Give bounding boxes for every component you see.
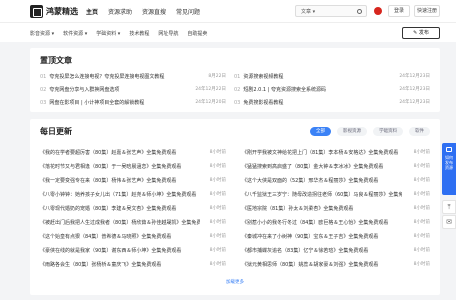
back-to-top-button[interactable]: ⤒ — [442, 200, 456, 214]
list-item-time: 8小时前 — [413, 192, 430, 197]
pinned-date: 24年12月22日 — [195, 87, 226, 92]
pinned-item[interactable]: 03 免费搜影视看教程 — [234, 99, 283, 106]
list-item[interactable]: 《这个始皇有点狠（84集）普希德＆马晓照》全集免费观看 — [40, 233, 200, 240]
search-type-select[interactable]: 文章 ▾ — [301, 8, 315, 15]
language-flag-icon[interactable] — [374, 7, 382, 15]
logo-icon — [30, 5, 43, 18]
list-item[interactable]: 《狱元黄相思师（80集）姚蕊＆胡家豪＆刘强》全集免费观看 — [242, 261, 402, 268]
list-item[interactable]: 《我一定要变强专在来（80集）杨伟＆张艺声》全集免费观看 — [40, 177, 200, 184]
pinned-item[interactable]: 01 夸克投屏怎么连接电视？夸克投屏连接电视图文教程 — [40, 73, 164, 80]
list-item[interactable]: 《八零小钟钟：她养孩子女儿出（71集）赵尧＆师小坤》全集免费观看 — [40, 191, 200, 198]
list-item-time: 8小时前 — [209, 164, 226, 169]
tab-all[interactable]: 全部 — [310, 127, 331, 136]
list-item-time: 8小时前 — [209, 234, 226, 239]
list-item-time: 8小时前 — [209, 206, 226, 211]
list-item-time: 8小时前 — [413, 220, 430, 225]
list-item[interactable]: 《别惹小小的我冬行冬过（84集）欧巨格＆王心怡》全集免费观看 — [242, 219, 402, 226]
nav-request[interactable]: 资源求助 — [108, 7, 132, 16]
publish-button[interactable]: ✎ 发布 — [402, 27, 440, 39]
list-item[interactable]: 《都市捕蝶灰追名（83集）亿宁＆徐若瑄》全集免费观看 — [242, 247, 402, 254]
pinned-date: 24年12月23日 — [399, 87, 430, 92]
list-item-time: 8小时前 — [209, 220, 226, 225]
pinned-date: 24年12月23日 — [399, 74, 430, 79]
list-item[interactable]: 《八千监狱王三岁宁：随母改造拐往老师（60集）马良＆程丽莎》全集免费观看 — [242, 191, 402, 198]
list-item[interactable]: 《猛猛搜索到高启盛了（80集）金大钟＆李冰冰》全集免费观看 — [242, 163, 402, 170]
document-icon — [446, 147, 452, 152]
list-item-time: 8小时前 — [209, 192, 226, 197]
publish-guide-float[interactable]: 如何发布资源 — [442, 143, 456, 195]
search-icon[interactable] — [357, 9, 362, 14]
list-item[interactable]: 《医地宗院（81集）孙太＆刘柔杏》全集免费观看 — [242, 205, 402, 212]
logo-text: 鸿蒙精选 — [46, 7, 78, 16]
list-item-time: 8小时前 — [209, 150, 226, 155]
list-item-time: 8小时前 — [413, 164, 430, 169]
category-software[interactable]: 软件资源 ▾ — [63, 30, 87, 37]
list-item[interactable]: 《落花时节又与君相逢（80集）于一吴晗晨涵恋》全集免费观看 — [40, 163, 200, 170]
category-links[interactable]: 网址导航 — [158, 30, 178, 37]
list-item-time: 8小时前 — [209, 248, 226, 253]
register-button[interactable]: 快速注册 — [414, 5, 440, 17]
load-more-link[interactable]: 加载更多 — [30, 279, 440, 285]
nav-home[interactable]: 主页 — [86, 7, 98, 16]
list-item[interactable]: 《刚开学我被文神给花把上门（81集）李本杨＆安格达》全集免费观看 — [242, 149, 402, 156]
nav-faq[interactable]: 常见问题 — [176, 7, 200, 16]
tab-study[interactable]: 学础资料 — [373, 127, 403, 136]
mail-icon: ✉ — [446, 218, 452, 226]
pinned-articles: 置顶文章 01 夸克投屏怎么连接电视？夸克投屏连接电视图文教程 8月22日 02 夸… — [30, 48, 440, 112]
category-tutorials[interactable]: 技术教程 — [129, 30, 149, 37]
category-study[interactable]: 学础资料 ▾ — [96, 30, 120, 37]
list-item-time: 8小时前 — [413, 234, 430, 239]
daily-updates: 每日更新 全部 影视资源 学础资料 软件 《我的在学者要超厉害（80集）赵嘉＆张… — [30, 119, 440, 295]
list-item[interactable]: 《八零现代婚奶的宠婚（80集）李建＆吴文杏》全集免费观看 — [40, 205, 200, 212]
category-media[interactable]: 影音资源 ▾ — [30, 30, 54, 37]
login-button[interactable]: 登录 — [388, 5, 410, 17]
pinned-item[interactable]: 03 网盘在影项目 | 小计神项目全套的解锁教程 — [40, 99, 144, 106]
nav-search[interactable]: 资源直搜 — [142, 7, 166, 16]
pinned-item[interactable]: 02 夸克网盘分享与入群换网盘选项 — [40, 86, 119, 93]
pinned-item[interactable]: 02 短剧2.0.1 | 夸克资源搜索全系统源码 — [234, 86, 326, 93]
feedback-button[interactable]: ✉ — [442, 215, 456, 229]
main-nav: 主页 资源求助 资源直搜 常见问题 — [86, 7, 210, 16]
list-item[interactable]: 《秦城冲在来了小树神（90集）宝东＆王子吉》全集免费观看 — [242, 233, 402, 240]
list-item-time: 8小时前 — [413, 248, 430, 253]
search-input[interactable]: 文章 ▾ — [295, 5, 367, 17]
list-item-time: 8小时前 — [209, 178, 226, 183]
list-item[interactable]: 《雨路各会生（80集）张杨桥＆童庆飞》全集免费观看 — [40, 261, 200, 268]
list-item-time: 8小时前 — [413, 150, 430, 155]
list-item-time: 8小时前 — [413, 206, 430, 211]
pinned-title: 置顶文章 — [40, 56, 72, 65]
pinned-date: 8月22日 — [208, 74, 226, 79]
pinned-date: 24年12月23日 — [399, 100, 430, 105]
tab-software[interactable]: 软件 — [409, 127, 430, 136]
daily-title: 每日更新 — [40, 127, 72, 136]
tab-media[interactable]: 影视资源 — [337, 127, 367, 136]
site-logo[interactable]: 鸿蒙精选 — [30, 5, 78, 18]
list-item-time: 8小时前 — [413, 262, 430, 267]
list-item[interactable]: 《被赶出门后我把人生过成我者（80集）杨欣茹＆孙佳越晟凯》全集免费观看 — [40, 219, 200, 226]
category-nav: 影音资源 ▾ 软件资源 ▾ 学础资料 ▾ 技术教程 网址导航 自助提卖 ✎ 发布 — [0, 22, 456, 42]
publish-guide-label: 如何发布资源 — [445, 155, 453, 170]
list-item[interactable]: 《我的在学者要超厉害（80集）赵嘉＆张艺声》全集免费观看 — [40, 149, 200, 156]
category-self-service[interactable]: 自助提卖 — [187, 30, 207, 37]
list-item-time: 8小时前 — [413, 178, 430, 183]
list-item[interactable]: 《豪侠在线的就是我家（90集）谢东西＆师小坤》全集免费观看 — [40, 247, 200, 254]
pinned-date: 24年12月20日 — [195, 100, 226, 105]
top-header: 鸿蒙精选 主页 资源求助 资源直搜 常见问题 文章 ▾ 登录 快速注册 — [0, 0, 456, 22]
arrow-up-icon: ⤒ — [447, 203, 451, 211]
list-item[interactable]: 《这个大侠是双面的（52集）邢华杰＆程丽莎》全集免费观看 — [242, 177, 402, 184]
pinned-item[interactable]: 01 资源搜索视频教程 — [234, 73, 283, 80]
daily-filter-tabs: 全部 影视资源 学础资料 软件 — [304, 127, 430, 136]
list-item-time: 8小时前 — [209, 262, 226, 267]
